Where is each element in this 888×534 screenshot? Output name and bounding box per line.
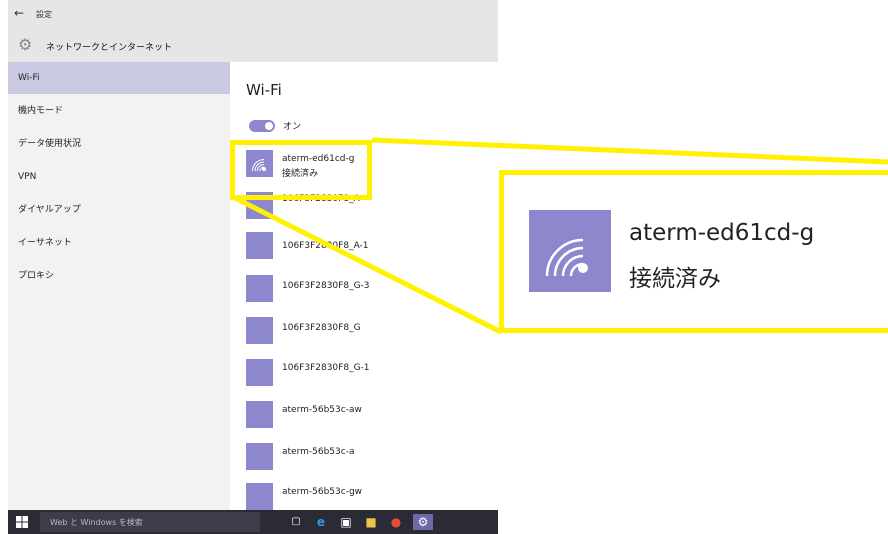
wifi-signal-icon (529, 210, 611, 292)
callout-status: 接続済み (629, 266, 721, 292)
highlight-box (230, 140, 372, 200)
zoom-callout: aterm-ed61cd-g 接続済み (499, 170, 888, 333)
callout-ssid: aterm-ed61cd-g (629, 220, 815, 246)
